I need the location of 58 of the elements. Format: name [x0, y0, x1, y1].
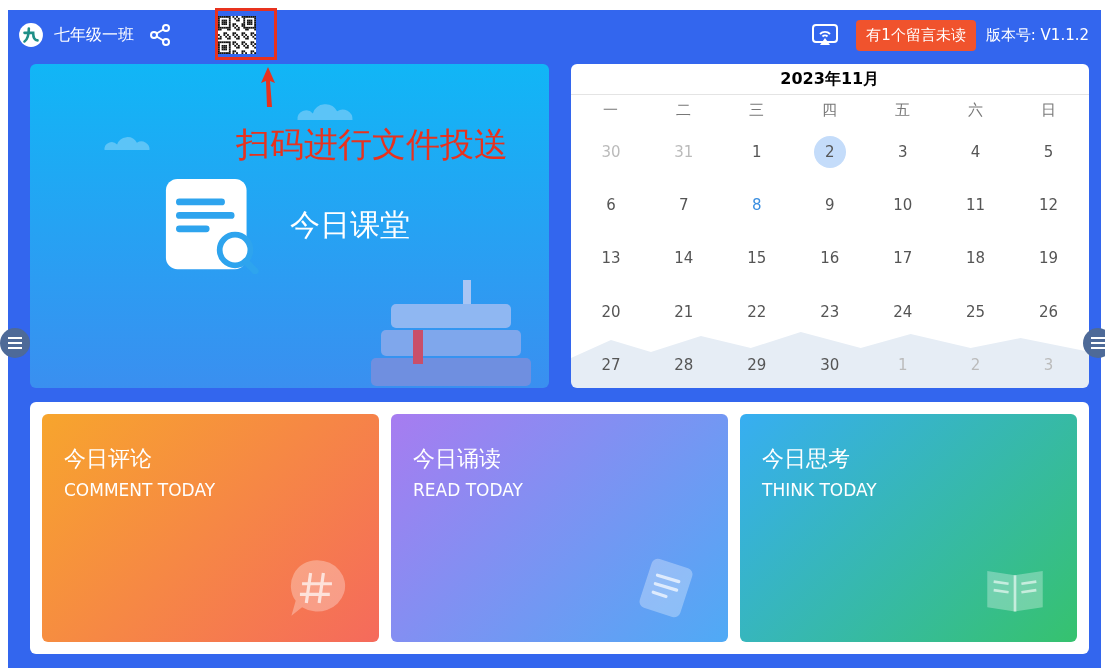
calendar-day[interactable]: 28 — [667, 349, 700, 382]
calendar-day[interactable]: 6 — [594, 189, 627, 222]
side-menu-handle-icon[interactable] — [0, 328, 30, 358]
calendar-day[interactable]: 5 — [1032, 135, 1065, 168]
calendar-day[interactable]: 15 — [740, 242, 773, 275]
calendar-day[interactable]: 19 — [1032, 242, 1065, 275]
class-name: 七年级一班 — [54, 24, 134, 46]
qr-code-icon[interactable] — [218, 16, 256, 54]
calendar-day[interactable]: 12 — [1032, 189, 1065, 222]
calendar-day[interactable]: 24 — [886, 295, 919, 328]
activity-title: 今日评论 — [64, 445, 153, 473]
weekday-label: 四 — [821, 99, 839, 121]
calendar-day[interactable]: 17 — [886, 242, 919, 275]
calendar-day[interactable]: 10 — [886, 189, 919, 222]
calendar-month-title: 2023年11月 — [570, 64, 1089, 95]
version-label: 版本号: V1.1.2 — [985, 25, 1089, 45]
activity-subtitle: COMMENT TODAY — [64, 480, 217, 500]
today-class-title: 今日课堂 — [290, 205, 410, 244]
calendar-day[interactable]: 9 — [813, 189, 846, 222]
calendar-day[interactable]: 22 — [740, 295, 773, 328]
activity-subtitle: THINK TODAY — [762, 480, 878, 500]
weekday-label: 二 — [675, 99, 693, 121]
unread-message-button[interactable]: 有1个留言未读 — [856, 19, 976, 51]
calendar-day[interactable]: 27 — [594, 349, 627, 382]
activity-subtitle: READ TODAY — [413, 480, 524, 500]
weekday-label: 日 — [1040, 99, 1058, 121]
activity-title: 今日诵读 — [413, 445, 502, 473]
calendar-day[interactable]: 11 — [959, 189, 992, 222]
calendar-day[interactable]: 20 — [594, 295, 627, 328]
weekday-label: 六 — [967, 99, 985, 121]
calendar-day[interactable]: 13 — [594, 242, 627, 275]
calendar-day[interactable]: 3 — [886, 135, 919, 168]
side-menu-handle-icon[interactable] — [1083, 328, 1105, 358]
calendar-day[interactable]: 8 — [740, 189, 773, 222]
calendar-day[interactable]: 1 — [740, 135, 773, 168]
calendar-day[interactable]: 25 — [959, 295, 992, 328]
calendar-day[interactable]: 16 — [813, 242, 846, 275]
calendar-day[interactable]: 30 — [813, 349, 846, 382]
logo-icon — [18, 22, 44, 48]
share-icon[interactable] — [148, 23, 172, 47]
calendar-day[interactable]: 21 — [667, 295, 700, 328]
calendar-day[interactable]: 18 — [959, 242, 992, 275]
calendar-day[interactable]: 29 — [740, 349, 773, 382]
screen-cast-icon[interactable] — [810, 23, 841, 47]
calendar-day[interactable]: 14 — [667, 242, 700, 275]
calendar-day[interactable]: 4 — [959, 135, 992, 168]
weekday-label: 五 — [894, 99, 912, 121]
calendar-day[interactable]: 7 — [667, 189, 700, 222]
annotation-text: 扫码进行文件投送 — [236, 123, 508, 166]
calendar-day[interactable]: 23 — [813, 295, 846, 328]
document-search-icon — [164, 176, 260, 274]
qr-highlight-frame — [215, 8, 277, 60]
calendar-day[interactable]: 26 — [1032, 295, 1065, 328]
annotation-arrow — [258, 65, 278, 109]
weekday-label: 三 — [748, 99, 766, 121]
calendar-day[interactable]: 2 — [813, 135, 846, 168]
weekday-label: 一 — [602, 99, 620, 121]
activity-title: 今日思考 — [762, 445, 851, 473]
